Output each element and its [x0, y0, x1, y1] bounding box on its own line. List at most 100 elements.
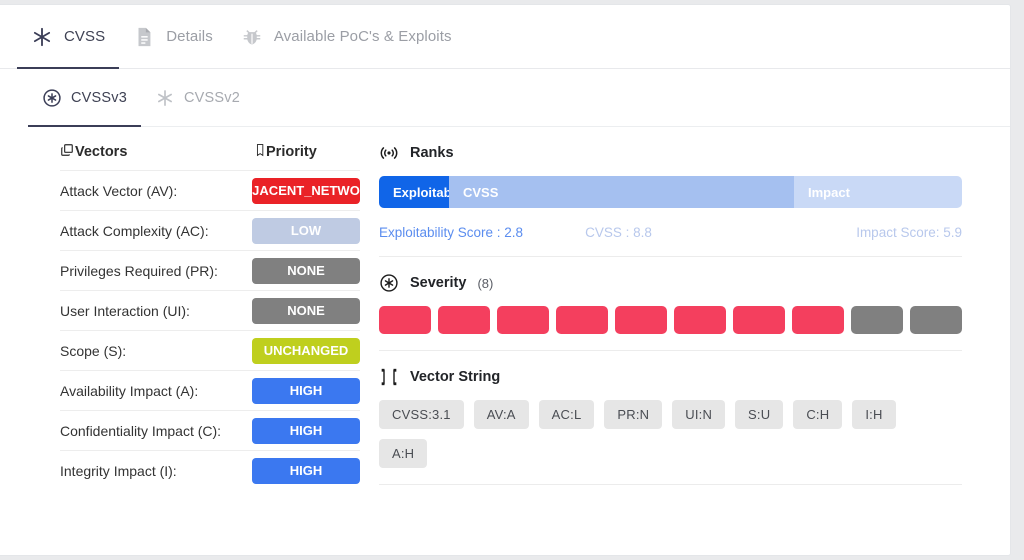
status-badge-value: HIGH: [289, 422, 323, 438]
status-badge-value: HIGH: [289, 382, 323, 398]
tab-cvssv2[interactable]: CVSSv2: [141, 69, 254, 127]
status-badge-value: NONE: [287, 262, 325, 278]
tab-cvssv3[interactable]: CVSSv3: [28, 69, 141, 127]
priority-header-cell: Priority: [252, 143, 317, 161]
vector-label: Scope (S):: [60, 342, 127, 359]
details-column: Ranks Exploitability CVSS Impact Exploit…: [361, 143, 1010, 501]
table-row: User Interaction (UI): NONE: [60, 291, 360, 331]
asterisk-icon: [155, 88, 175, 108]
severity-block: [438, 306, 490, 334]
severity-block: [674, 306, 726, 334]
rank-segment-label: Impact: [808, 184, 850, 200]
top-tab-bar: CVSS Details Available PoC's & Exploits: [0, 5, 1010, 69]
vectors-column: Vectors Priority Attack Vector (AV): JAC…: [0, 143, 361, 501]
divider: [379, 350, 962, 351]
severity-block: [792, 306, 844, 334]
table-row: Privileges Required (PR): NONE: [60, 251, 360, 291]
vector-chip[interactable]: AV:A: [473, 400, 529, 429]
table-row: Attack Complexity (AC): LOW: [60, 211, 360, 251]
impact-score: Impact Score: 5.9: [856, 225, 962, 240]
status-badge: HIGH: [252, 377, 360, 404]
severity-title: Severity: [410, 275, 467, 291]
ranks-section: Ranks Exploitability CVSS Impact Exploit…: [379, 143, 962, 240]
status-badge: UNCHANGED: [252, 337, 360, 364]
tab-details[interactable]: Details: [119, 5, 227, 69]
severity-section: Severity (8): [379, 273, 962, 334]
status-badge-value: ADJACENT_NETWORK: [252, 182, 360, 198]
severity-count: (8): [477, 275, 494, 291]
ranks-title: Ranks: [410, 145, 454, 161]
vector-label: Privileges Required (PR):: [60, 262, 218, 279]
table-row: Availability Impact (A): HIGH: [60, 371, 360, 411]
ranks-scores: Exploitability Score : 2.8 CVSS : 8.8 Im…: [379, 225, 962, 240]
status-badge: HIGH: [252, 417, 360, 444]
vector-chip[interactable]: S:U: [735, 400, 784, 429]
vector-chip[interactable]: A:H: [379, 439, 428, 468]
severity-block: [615, 306, 667, 334]
crop-frame-icon: [379, 367, 399, 387]
vector-label: Attack Vector (AV):: [60, 182, 178, 199]
table-row: Attack Vector (AV): ADJACENT_NETWORK: [60, 171, 360, 211]
table-row: Integrity Impact (I): HIGH: [60, 451, 360, 490]
vector-chip[interactable]: I:H: [852, 400, 896, 429]
vector-label: Integrity Impact (I):: [60, 462, 177, 479]
status-badge-value: NONE: [287, 302, 325, 318]
tab-cvssv2-label: CVSSv2: [184, 90, 240, 106]
table-row: Scope (S): UNCHANGED: [60, 331, 360, 371]
vector-chip[interactable]: AC:L: [538, 400, 595, 429]
vector-chip[interactable]: C:H: [793, 400, 843, 429]
circled-asterisk-icon: [379, 273, 399, 293]
severity-block: [379, 306, 431, 334]
rank-segment-cvss: CVSS: [449, 176, 794, 208]
tab-available-poc-exploits-label: Available PoC's & Exploits: [273, 28, 452, 45]
asterisk-icon: [31, 26, 53, 48]
vector-chip[interactable]: CVSS:3.1: [379, 400, 464, 429]
tab-available-poc-exploits[interactable]: Available PoC's & Exploits: [227, 5, 466, 69]
tab-details-label: Details: [166, 28, 213, 45]
vector-string-section: Vector String CVSS:3.1 AV:A AC:L PR:N UI…: [379, 367, 962, 468]
table-row: Confidentiality Impact (C): HIGH: [60, 411, 360, 451]
bug-icon: [241, 26, 263, 48]
vector-chip[interactable]: PR:N: [604, 400, 663, 429]
cvss-panel: CVSS Details Available PoC's & Exploits …: [0, 4, 1011, 556]
status-badge: NONE: [252, 257, 360, 284]
sub-tab-bar: CVSSv3 CVSSv2: [0, 69, 1010, 127]
status-badge: HIGH: [252, 457, 360, 484]
severity-block: [497, 306, 549, 334]
tab-cvss[interactable]: CVSS: [17, 5, 120, 69]
rank-segment-label: CVSS: [463, 184, 499, 200]
vector-string-chips: CVSS:3.1 AV:A AC:L PR:N UI:N S:U C:H I:H…: [379, 400, 899, 468]
status-badge-value: UNCHANGED: [263, 342, 349, 358]
vectors-table-header: Vectors Priority: [60, 143, 360, 171]
rank-segment-impact: Impact: [794, 176, 962, 208]
status-badge: NONE: [252, 297, 360, 324]
tab-cvssv3-label: CVSSv3: [71, 90, 127, 106]
severity-blocks: [379, 306, 962, 334]
copy-layers-icon: [60, 143, 74, 161]
vectors-table-rows: Attack Vector (AV): ADJACENT_NETWORK Att…: [60, 171, 361, 490]
broadcast-icon: [379, 143, 399, 163]
vector-label: User Interaction (UI):: [60, 302, 190, 319]
vector-string-title: Vector String: [410, 369, 501, 385]
vector-label: Availability Impact (A):: [60, 382, 199, 399]
divider: [379, 484, 962, 485]
book-icon: [252, 143, 265, 161]
status-badge: LOW: [252, 217, 360, 244]
rank-segment-exploitability: Exploitability: [379, 176, 449, 208]
vector-chip[interactable]: UI:N: [672, 400, 726, 429]
vector-label: Attack Complexity (AC):: [60, 222, 209, 239]
panel-body: Vectors Priority Attack Vector (AV): JAC…: [0, 127, 1010, 501]
status-badge-value: LOW: [290, 222, 322, 238]
severity-block: [910, 306, 962, 334]
severity-heading: Severity (8): [379, 273, 962, 293]
tab-cvss-label: CVSS: [64, 28, 106, 45]
divider: [379, 256, 962, 257]
severity-block: [733, 306, 785, 334]
document-icon: [133, 26, 155, 48]
severity-block: [851, 306, 903, 334]
ranks-heading: Ranks: [379, 143, 962, 163]
severity-block: [556, 306, 608, 334]
circled-asterisk-icon: [42, 88, 62, 108]
rank-segment-label: Exploitability: [393, 184, 449, 200]
ranks-bar: Exploitability CVSS Impact: [379, 176, 962, 208]
